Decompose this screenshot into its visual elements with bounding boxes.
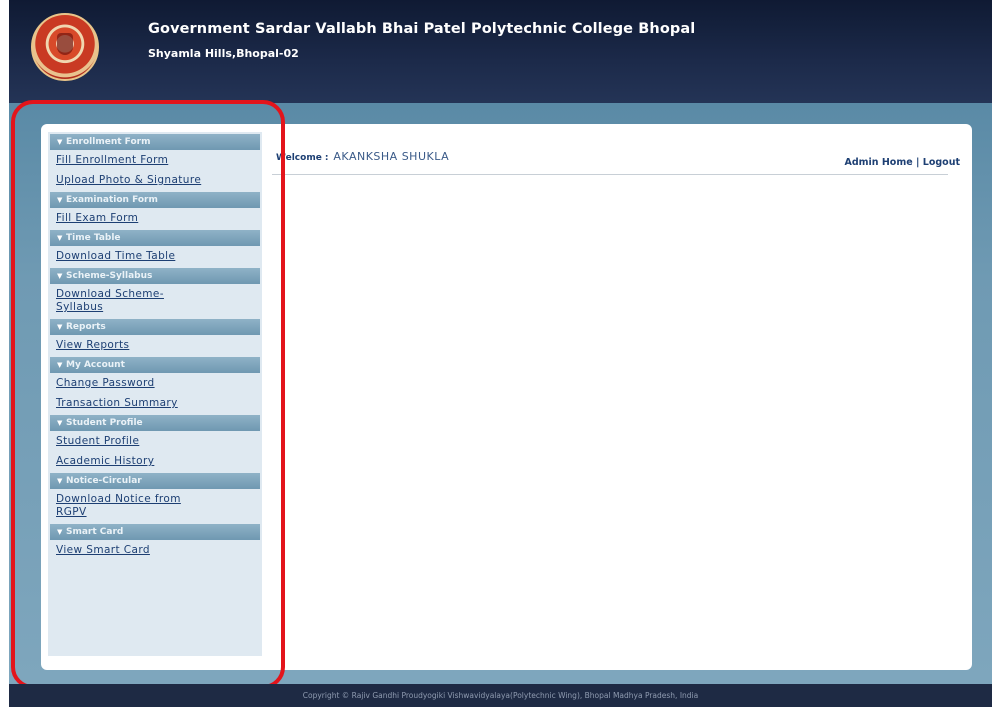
admin-home-link[interactable]: Admin Home	[844, 157, 912, 168]
menu-header-notice-circular[interactable]: ▼ Notice-Circular	[50, 473, 260, 489]
triangle-down-icon: ▼	[57, 323, 63, 331]
menu-header-student-profile[interactable]: ▼ Student Profile	[50, 415, 260, 431]
link-student-profile[interactable]: Student Profile	[48, 431, 262, 451]
triangle-down-icon: ▼	[57, 234, 63, 242]
link-view-smart-card[interactable]: View Smart Card	[48, 540, 262, 560]
menu-header-time-table[interactable]: ▼ Time Table	[50, 230, 260, 246]
link-download-time-table[interactable]: Download Time Table	[48, 246, 262, 266]
copyright-text: Copyright © Rajiv Gandhi Proudyogiki Vis…	[302, 691, 699, 700]
menu-header-scheme-syllabus[interactable]: ▼ Scheme-Syllabus	[50, 268, 260, 284]
menu-header-my-account[interactable]: ▼ My Account	[50, 357, 260, 373]
menu-header-smart-card[interactable]: ▼ Smart Card	[50, 524, 260, 540]
logout-link[interactable]: Logout	[923, 157, 960, 168]
triangle-down-icon: ▼	[57, 272, 63, 280]
triangle-down-icon: ▼	[57, 196, 63, 204]
menu-header-label: Time Table	[66, 233, 121, 243]
menu-header-label: Scheme-Syllabus	[66, 271, 153, 281]
nav-separator: |	[915, 157, 920, 168]
menu-header-label: My Account	[66, 360, 125, 370]
menu-header-label: Notice-Circular	[66, 476, 142, 486]
link-fill-exam-form[interactable]: Fill Exam Form	[48, 208, 262, 228]
college-name: Government Sardar Vallabh Bhai Patel Pol…	[148, 21, 696, 37]
welcome-label: Welcome :	[276, 153, 329, 163]
link-download-scheme-syllabus[interactable]: Download Scheme-Syllabus	[48, 284, 198, 317]
triangle-down-icon: ▼	[57, 419, 63, 427]
menu-header-label: Enrollment Form	[66, 137, 151, 147]
menu-header-label: Reports	[66, 322, 106, 332]
user-name: AKANKSHA SHUKLA	[333, 150, 450, 163]
menu-header-label: Student Profile	[66, 418, 143, 428]
triangle-down-icon: ▼	[57, 477, 63, 485]
content-frame: ▼ Enrollment Form Fill Enrollment Form Up…	[9, 103, 992, 684]
link-academic-history[interactable]: Academic History	[48, 451, 262, 471]
link-view-reports[interactable]: View Reports	[48, 335, 262, 355]
divider	[272, 174, 948, 175]
welcome-message: Welcome : AKANKSHA SHUKLA	[276, 150, 449, 163]
site-footer: Copyright © Rajiv Gandhi Proudyogiki Vis…	[9, 684, 992, 707]
college-address: Shyamla Hills,Bhopal-02	[148, 47, 299, 60]
sidebar-menu: ▼ Enrollment Form Fill Enrollment Form Up…	[48, 132, 262, 656]
top-nav: Admin Home | Logout	[844, 157, 960, 168]
menu-header-label: Smart Card	[66, 527, 124, 537]
site-header: Government Sardar Vallabh Bhai Patel Pol…	[9, 0, 992, 103]
link-upload-photo-signature[interactable]: Upload Photo & Signature	[48, 170, 262, 190]
link-transaction-summary[interactable]: Transaction Summary	[48, 393, 262, 413]
link-change-password[interactable]: Change Password	[48, 373, 262, 393]
link-download-notice-rgpv[interactable]: Download Notice from RGPV	[48, 489, 198, 522]
menu-header-examination[interactable]: ▼ Examination Form	[50, 192, 260, 208]
menu-header-reports[interactable]: ▼ Reports	[50, 319, 260, 335]
triangle-down-icon: ▼	[57, 361, 63, 369]
menu-header-label: Examination Form	[66, 195, 158, 205]
link-fill-enrollment-form[interactable]: Fill Enrollment Form	[48, 150, 262, 170]
triangle-down-icon: ▼	[57, 528, 63, 536]
menu-header-enrollment[interactable]: ▼ Enrollment Form	[50, 134, 260, 150]
page-panel: ▼ Enrollment Form Fill Enrollment Form Up…	[41, 124, 972, 670]
college-emblem-icon	[31, 13, 99, 81]
triangle-down-icon: ▼	[57, 138, 63, 146]
